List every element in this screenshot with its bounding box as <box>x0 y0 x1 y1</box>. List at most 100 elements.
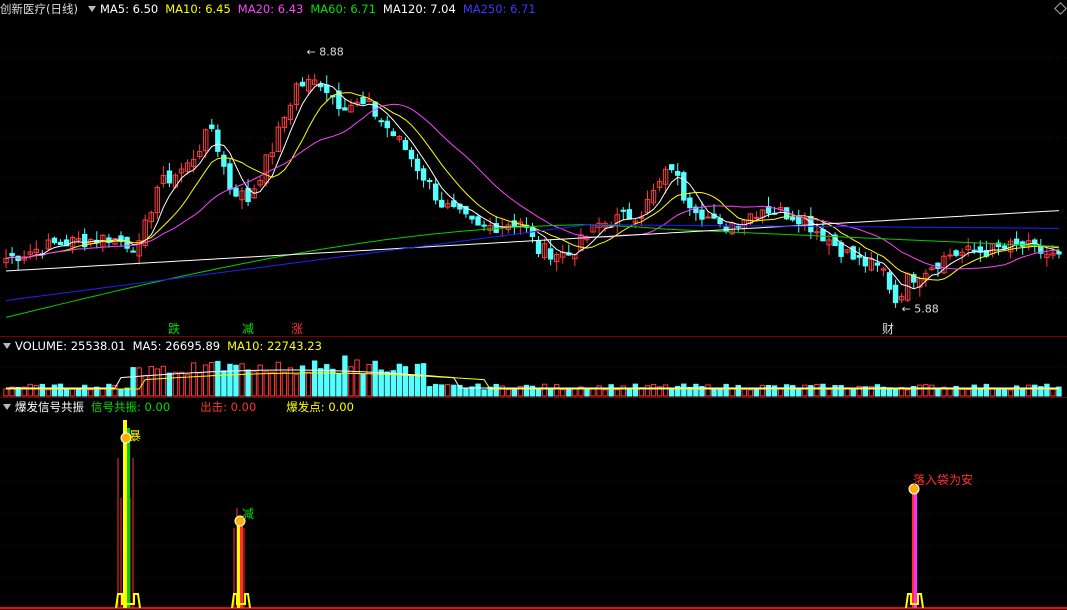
candle-body <box>535 240 542 254</box>
signal-text-jian: 减 <box>242 322 254 336</box>
volume-bar <box>1019 387 1026 397</box>
candle-body <box>209 124 215 129</box>
signal-panel: 爆发信号共振 信号共振: 0.00 出击: 0.00 爆发点: 0.00 暴减落入袋为… <box>0 398 1067 610</box>
volume-bar <box>965 389 971 397</box>
price-panel: 创新医疗(日线) MA5: 6.50 MA10: 6.45 MA20: 6.43 MA6… <box>0 0 1067 336</box>
volume-bar <box>324 364 330 397</box>
candle-body <box>124 236 130 249</box>
candle-body <box>432 183 439 201</box>
volume-bar <box>547 388 554 397</box>
candle-body <box>681 172 687 201</box>
volume-bar <box>977 388 984 397</box>
candle-body <box>215 129 221 152</box>
volume-bar <box>475 383 481 397</box>
volume-bar <box>668 387 675 397</box>
volume-bar <box>644 385 651 397</box>
burst-bar-yellow <box>123 420 127 608</box>
volume-bar <box>1026 384 1032 397</box>
volume-bar <box>505 389 511 397</box>
volume-bar <box>481 389 487 397</box>
volume-chart[interactable] <box>0 337 1067 397</box>
candle-body <box>469 215 475 220</box>
volume-bar <box>227 363 233 397</box>
volume-bar <box>75 389 82 397</box>
volume-bar <box>233 364 239 397</box>
volume-bar <box>396 363 403 397</box>
candle-body <box>699 209 705 220</box>
volume-bar <box>735 384 741 397</box>
volume-bar <box>620 385 626 397</box>
volume-bar <box>723 383 729 397</box>
candle-body <box>324 84 330 93</box>
volume-bar <box>33 385 39 397</box>
candle-body <box>481 224 487 227</box>
volume-bar <box>783 384 790 397</box>
volume-bar <box>136 367 142 397</box>
candle-body <box>735 225 741 228</box>
candle-body <box>547 248 554 260</box>
volume-bar <box>69 388 76 397</box>
volume-bar <box>802 384 808 397</box>
volume-bar <box>681 383 687 397</box>
volume-bar <box>511 389 518 397</box>
candle-body <box>1001 245 1008 249</box>
volume-bar <box>602 389 608 397</box>
volume-bar <box>45 389 52 397</box>
signal-mark-right: 落入袋为安 <box>913 472 973 487</box>
signal-chart[interactable]: 暴减 落入袋为安 <box>0 398 1067 610</box>
volume-bar <box>305 371 312 397</box>
candle-body <box>414 158 421 172</box>
attack-bar-red <box>240 524 243 608</box>
volume-bar <box>63 388 70 397</box>
volume-bar <box>439 384 445 397</box>
volume-bar <box>384 371 390 397</box>
candle-body <box>227 163 233 190</box>
volume-bar <box>832 385 838 397</box>
volume-bar <box>989 388 996 397</box>
volume-bar <box>608 384 614 397</box>
candle-body <box>299 81 306 87</box>
volume-bar <box>614 389 620 397</box>
volume-bar <box>541 383 548 397</box>
signal-text-zhang: 涨 <box>291 321 303 336</box>
volume-bar <box>523 384 530 397</box>
volume-bar <box>747 389 754 397</box>
candle-body <box>790 216 796 221</box>
volume-bar <box>336 373 342 397</box>
signal-mark-mid: 减 <box>242 507 254 521</box>
candle-body <box>439 199 445 208</box>
volume-bar <box>662 384 669 397</box>
ma20-line <box>5 103 1060 270</box>
signal-bar-magenta <box>914 490 917 608</box>
volume-bar <box>130 367 136 397</box>
candle-body <box>420 168 427 181</box>
volume-bar <box>560 389 566 397</box>
volume-bar <box>838 385 844 397</box>
volume-bar <box>892 388 899 397</box>
candle-body <box>57 241 64 246</box>
candle-body <box>971 249 977 252</box>
volume-bar <box>790 385 796 397</box>
price-chart[interactable]: ← 8.88 ← 5.88 跌 减 涨 财 <box>0 0 1067 336</box>
candle-body <box>687 197 693 209</box>
volume-bar <box>850 388 856 397</box>
candle-body <box>360 97 366 104</box>
volume-bar <box>535 388 542 397</box>
volume-bar <box>178 371 185 397</box>
candle-body <box>796 216 802 225</box>
volume-bar <box>154 368 161 397</box>
candle-body <box>475 216 481 226</box>
volume-bar <box>1044 383 1050 397</box>
candle-body <box>753 216 760 219</box>
volume-bar <box>705 384 711 397</box>
volume-bar <box>741 388 747 397</box>
volume-bar <box>554 384 560 397</box>
candle-body <box>402 139 409 150</box>
volume-bar <box>342 355 348 397</box>
candle-body <box>166 170 173 184</box>
volume-bar <box>632 383 639 397</box>
volume-panel: VOLUME: 25538.01 MA5: 26695.89 MA10: 22743… <box>0 337 1067 397</box>
volume-bar <box>753 388 760 397</box>
volume-bar <box>209 362 215 397</box>
volume-bar <box>771 385 778 397</box>
